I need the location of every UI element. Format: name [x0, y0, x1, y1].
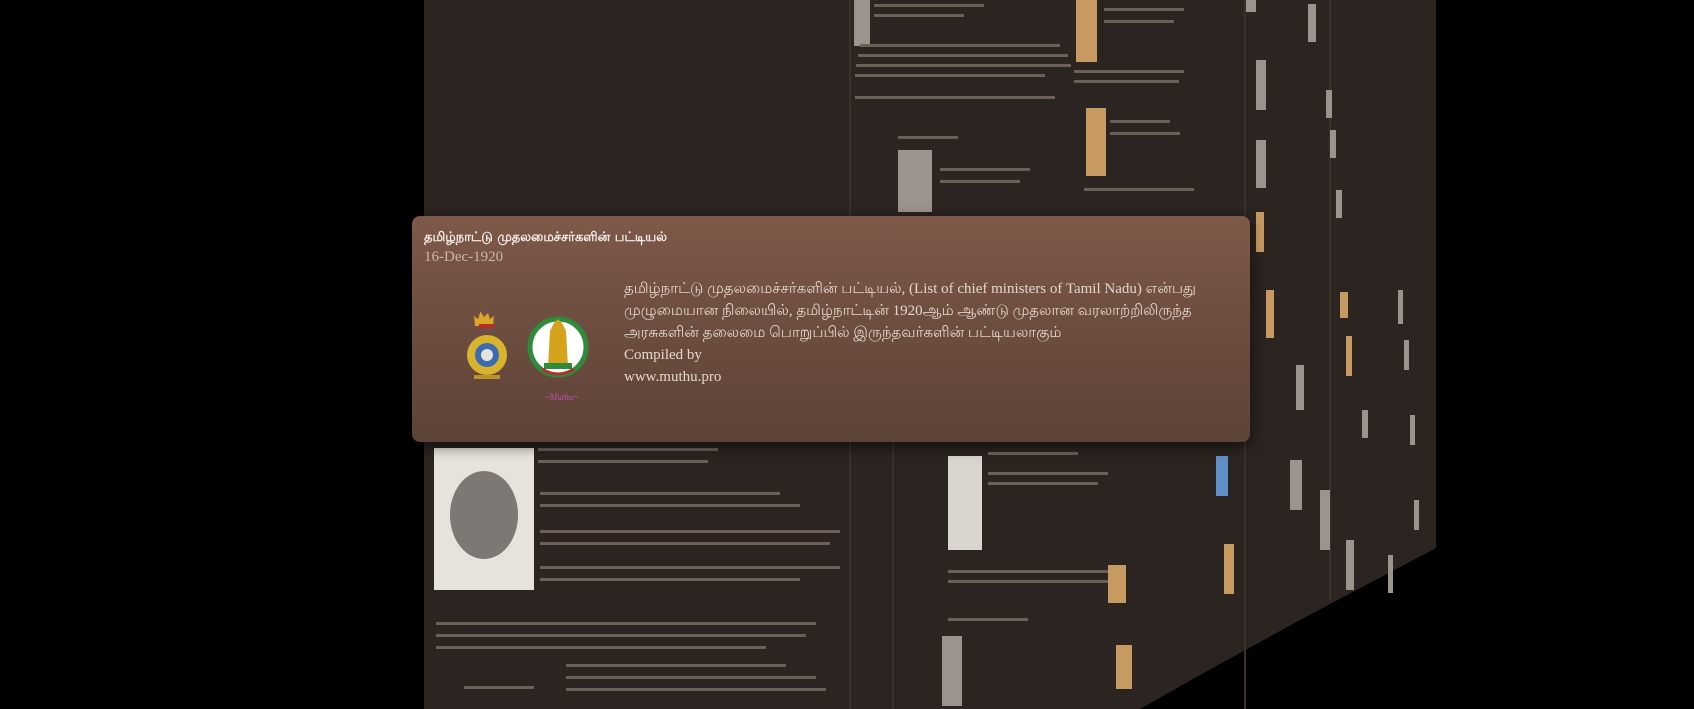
event-popup-card[interactable]: தமிழ்நாட்டு முதலமைச்சர்களின் பட்டியல் 16… — [412, 216, 1250, 442]
portrait-thumbnail — [1326, 90, 1332, 118]
portrait-thumbnail — [1266, 290, 1274, 338]
popup-url[interactable]: www.muthu.pro — [624, 366, 1234, 388]
portrait-thumbnail — [1246, 0, 1256, 12]
portrait-thumbnail — [948, 456, 982, 550]
portrait-thumbnail — [1256, 212, 1264, 252]
portrait-thumbnail — [1346, 336, 1352, 376]
popup-body: தமிழ்நாட்டு முதலமைச்சர்களின் பட்டியல், (… — [624, 278, 1234, 388]
popup-description: தமிழ்நாட்டு முதலமைச்சர்களின் பட்டியல், (… — [624, 281, 1197, 341]
portrait-thumbnail — [1410, 415, 1415, 445]
portrait-thumbnail — [898, 150, 932, 212]
portrait-thumbnail — [942, 636, 962, 706]
tamil-nadu-emblem-icon — [527, 316, 589, 378]
portrait-thumbnail — [1404, 340, 1409, 370]
portrait-thumbnail — [1086, 108, 1106, 176]
portrait-thumbnail — [1398, 290, 1403, 324]
portrait-thumbnail — [1290, 460, 1302, 510]
portrait-thumbnail — [1362, 410, 1368, 438]
portrait-thumbnail — [1296, 365, 1304, 410]
popup-logos — [467, 311, 589, 379]
popup-title: தமிழ்நாட்டு முதலமைச்சர்களின் பட்டியல் — [424, 230, 668, 245]
popup-date: 16-Dec-1920 — [424, 249, 504, 265]
portrait-thumbnail — [1388, 555, 1393, 593]
portrait-thumbnail — [1256, 140, 1266, 188]
portrait-thumbnail — [1330, 130, 1336, 158]
portrait-thumbnail — [1320, 490, 1330, 550]
portrait-thumbnail — [1076, 0, 1097, 62]
portrait-thumbnail — [1108, 565, 1126, 603]
portrait-thumbnail — [1346, 540, 1354, 590]
portrait-thumbnail — [1116, 645, 1132, 689]
portrait-thumbnail — [854, 0, 870, 46]
portrait-thumbnail — [1340, 292, 1348, 318]
popup-compiled-by: Compiled by — [624, 347, 702, 363]
portrait-thumbnail — [1336, 190, 1342, 218]
madras-presidency-emblem-icon — [467, 311, 507, 379]
portrait-thumbnail — [1414, 500, 1419, 530]
portrait-thumbnail — [1256, 60, 1266, 110]
portrait-thumbnail — [1308, 4, 1316, 42]
signature-mark: ~Muthu~ — [545, 392, 579, 402]
portrait-thumbnail — [1224, 544, 1234, 594]
portrait-thumbnail — [1216, 456, 1228, 496]
